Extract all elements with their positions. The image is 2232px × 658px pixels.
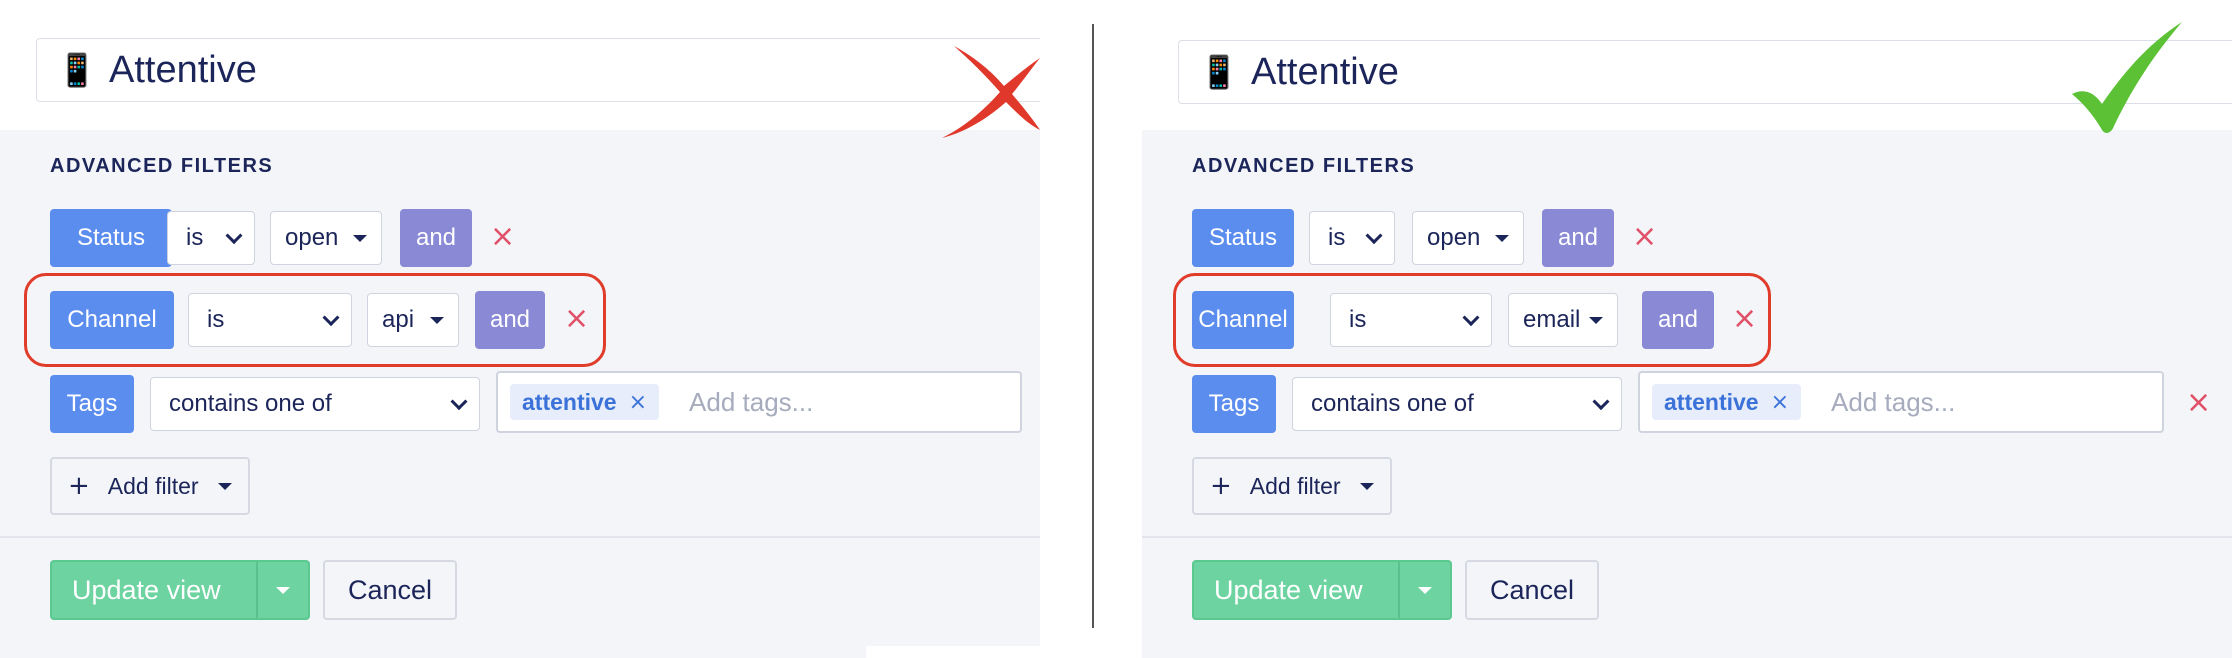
status-value: open — [1427, 224, 1481, 251]
view-title: Attentive — [109, 48, 257, 91]
conjunction-and-button[interactable]: and — [400, 209, 472, 267]
status-value-dropdown[interactable]: open — [270, 211, 382, 265]
chevron-down-icon — [1365, 227, 1383, 245]
split-divider — [1398, 562, 1400, 618]
filter-field-status[interactable]: Status — [1192, 209, 1294, 267]
tag-remove-icon[interactable]: × — [1771, 390, 1789, 415]
status-value-dropdown[interactable]: open — [1412, 211, 1524, 265]
remove-filter-icon[interactable]: × — [1632, 222, 1657, 252]
tags-operator-value: contains one of — [169, 390, 332, 417]
tag-remove-icon[interactable]: × — [629, 390, 647, 415]
split-divider — [256, 562, 258, 618]
update-view-button[interactable]: Update view — [1192, 560, 1452, 620]
caret-down-icon[interactable] — [276, 586, 290, 594]
cross-mark-icon — [942, 46, 1040, 138]
section-label: ADVANCED FILTERS — [50, 155, 274, 177]
status-operator-value: is — [186, 224, 204, 251]
plus-icon: + — [1210, 471, 1232, 501]
tags-placeholder[interactable]: Add tags... — [689, 387, 813, 418]
highlight-outline — [1173, 273, 1771, 367]
remove-filter-icon[interactable]: × — [490, 222, 515, 252]
chevron-down-icon — [1592, 393, 1610, 411]
mobile-phone-icon: 📱 — [57, 51, 97, 89]
status-value: open — [285, 224, 339, 251]
highlight-outline — [24, 273, 606, 367]
caret-down-icon — [353, 235, 367, 242]
tags-operator-select[interactable]: contains one of — [1292, 377, 1622, 431]
caret-down-icon — [1495, 235, 1509, 242]
advanced-filters-area: ADVANCED FILTERS Status is open and × Ch… — [1142, 130, 2232, 658]
cancel-button[interactable]: Cancel — [1465, 560, 1599, 620]
tag-pill: attentive × — [510, 384, 660, 420]
advanced-filters-area: ADVANCED FILTERS Status is open and × Ch… — [0, 130, 1040, 658]
filter-field-status[interactable]: Status — [50, 209, 172, 267]
status-operator-select[interactable]: is — [1309, 211, 1395, 265]
add-filter-button[interactable]: + Add filter — [50, 457, 250, 515]
view-title: Attentive — [1251, 50, 1399, 93]
add-filter-button[interactable]: + Add filter — [1192, 457, 1392, 515]
section-label: ADVANCED FILTERS — [1192, 155, 1416, 177]
tag-label: attentive — [522, 388, 617, 415]
status-operator-value: is — [1328, 224, 1346, 251]
view-header: 📱 Attentive — [36, 38, 1040, 102]
comparison-divider — [1092, 24, 1094, 628]
tags-input[interactable]: attentive × Add tags... — [496, 371, 1022, 433]
add-filter-label: Add filter — [1249, 472, 1341, 499]
status-operator-select[interactable]: is — [167, 211, 255, 265]
tag-pill: attentive × — [1652, 384, 1802, 420]
check-mark-icon — [2072, 22, 2182, 133]
update-view-button[interactable]: Update view — [50, 560, 310, 620]
mobile-phone-icon: 📱 — [1199, 53, 1239, 91]
divider — [0, 536, 1040, 538]
chevron-down-icon — [450, 393, 468, 411]
tags-input[interactable]: attentive × Add tags... — [1638, 371, 2164, 433]
conjunction-and-button[interactable]: and — [1542, 209, 1614, 267]
caret-down-icon — [1360, 483, 1374, 490]
plus-icon: + — [68, 471, 90, 501]
filter-field-tags[interactable]: Tags — [50, 375, 134, 433]
chevron-down-icon — [225, 227, 243, 245]
update-view-label: Update view — [72, 574, 221, 605]
cancel-button[interactable]: Cancel — [323, 560, 457, 620]
bottom-strip — [866, 646, 1040, 658]
filter-field-tags[interactable]: Tags — [1192, 375, 1276, 433]
caret-down-icon[interactable] — [1418, 586, 1432, 594]
tags-placeholder[interactable]: Add tags... — [1831, 387, 1955, 418]
panel-incorrect: 📱 Attentive ADVANCED FILTERS Status is o… — [0, 0, 1085, 658]
remove-filter-icon[interactable]: × — [2186, 388, 2211, 418]
tags-operator-value: contains one of — [1311, 390, 1474, 417]
tags-operator-select[interactable]: contains one of — [150, 377, 480, 431]
panel-correct: 📱 Attentive ADVANCED FILTERS Status is o… — [1142, 0, 2232, 658]
update-view-label: Update view — [1214, 574, 1363, 605]
add-filter-label: Add filter — [107, 472, 199, 499]
tag-label: attentive — [1664, 388, 1759, 415]
divider — [1142, 536, 2232, 538]
caret-down-icon — [218, 483, 232, 490]
